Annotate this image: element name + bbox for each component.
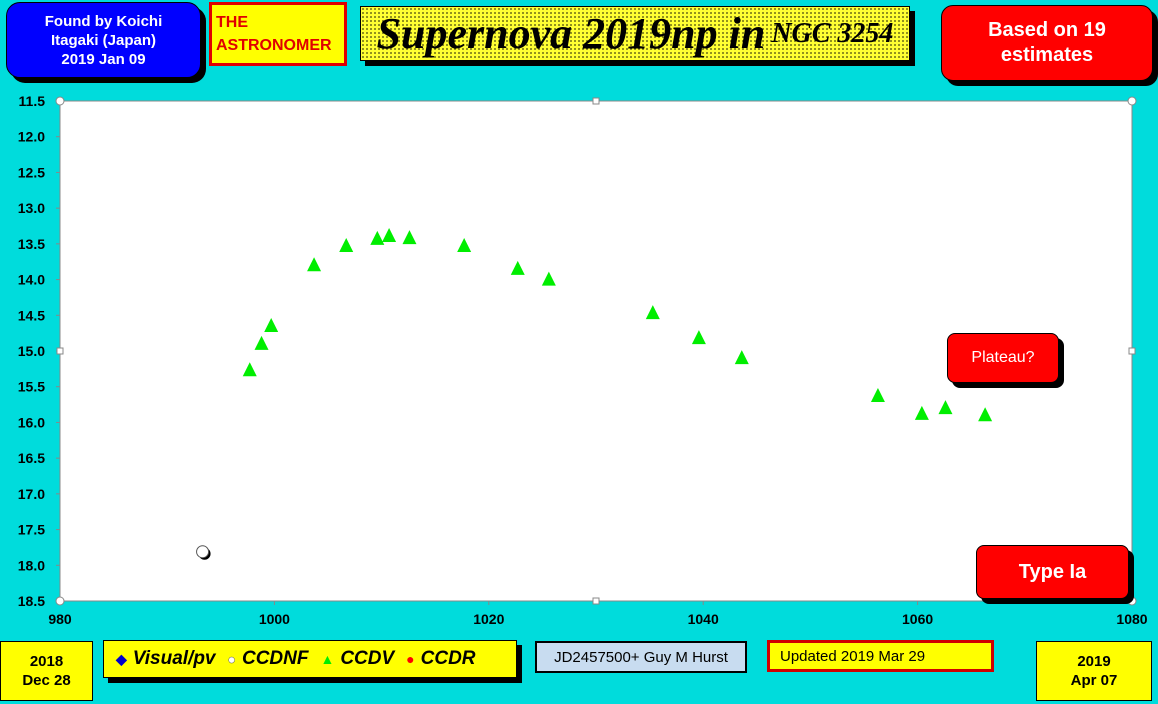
legend-label: CCDNF — [241, 648, 309, 669]
y-tick-label: 12.5 — [18, 164, 45, 180]
jd-offset-label: JD2457500+ Guy M Hurst — [535, 641, 747, 673]
resize-handle[interactable] — [592, 597, 600, 605]
y-tick-label: 17.5 — [18, 522, 45, 538]
x-tick-label: 1020 — [473, 611, 504, 627]
legend-marker-ccdv: ▲ — [320, 651, 335, 667]
type-annotation: Type Ia — [976, 545, 1129, 599]
y-tick-label: 13.5 — [18, 236, 45, 252]
resize-handle[interactable] — [592, 97, 600, 105]
end-date: 2019 Apr 07 — [1036, 641, 1152, 701]
resize-handle[interactable] — [1127, 596, 1137, 606]
resize-handle[interactable] — [1127, 96, 1137, 106]
y-tick-label: 12.0 — [18, 129, 45, 145]
legend-label: CCDR — [420, 648, 476, 669]
legend-label: Visual/pv — [132, 648, 216, 669]
y-tick-label: 15.5 — [18, 379, 45, 395]
y-tick-label: 14.5 — [18, 307, 45, 323]
y-tick-label: 13.0 — [18, 200, 45, 216]
start-date: 2018 Dec 28 — [0, 641, 93, 701]
x-tick-label: 1040 — [688, 611, 719, 627]
discovery-line: Itagaki (Japan) — [50, 31, 157, 49]
estimates-count: Based on 19 estimates — [941, 5, 1153, 81]
legend-marker-visualpv: ◆ — [116, 650, 127, 667]
resize-handle[interactable] — [56, 347, 64, 355]
discovery-line: Found by Koichi — [44, 12, 163, 30]
chart-title: Supernova 2019np in NGC 3254 — [360, 6, 910, 61]
y-tick-label: 16.5 — [18, 450, 45, 466]
y-tick-label: 11.5 — [19, 93, 46, 109]
title-text: Supernova 2019np in — [376, 9, 766, 58]
legend: ◆ Visual/pv ● CCDNF ▲ CCDV ● CCDR — [103, 640, 517, 678]
y-tick-label: 15.0 — [18, 343, 45, 359]
resize-handle[interactable] — [1128, 347, 1136, 355]
x-tick-label: 980 — [48, 611, 72, 627]
title-galaxy: NGC 3254 — [771, 17, 894, 49]
y-tick-label: 18.5 — [18, 593, 45, 609]
publisher-logo: THE ASTRONOMER — [209, 2, 347, 66]
resize-handle[interactable] — [55, 596, 65, 606]
discovery-date: 2019 Jan 09 — [61, 50, 146, 68]
y-tick-label: 16.0 — [18, 414, 45, 430]
data-point-ccdnf — [196, 545, 210, 559]
y-tick-label: 18.0 — [18, 557, 45, 573]
y-tick-label: 14.0 — [18, 272, 45, 288]
plateau-annotation: Plateau? — [947, 333, 1059, 383]
legend-marker-ccdr: ● — [406, 651, 415, 667]
updated-label: Updated 2019 Mar 29 — [767, 640, 994, 672]
legend-marker-ccdnf: ● — [227, 651, 236, 668]
legend-label: CCDV — [340, 648, 395, 669]
x-tick-label: 1060 — [902, 611, 933, 627]
y-tick-label: 17.0 — [18, 486, 45, 502]
discovery-info: Found by Koichi Itagaki (Japan) 2019 Jan 0… — [6, 2, 201, 78]
resize-handle[interactable] — [55, 96, 65, 106]
x-tick-label: 1080 — [1116, 611, 1147, 627]
x-tick-label: 1000 — [259, 611, 290, 627]
